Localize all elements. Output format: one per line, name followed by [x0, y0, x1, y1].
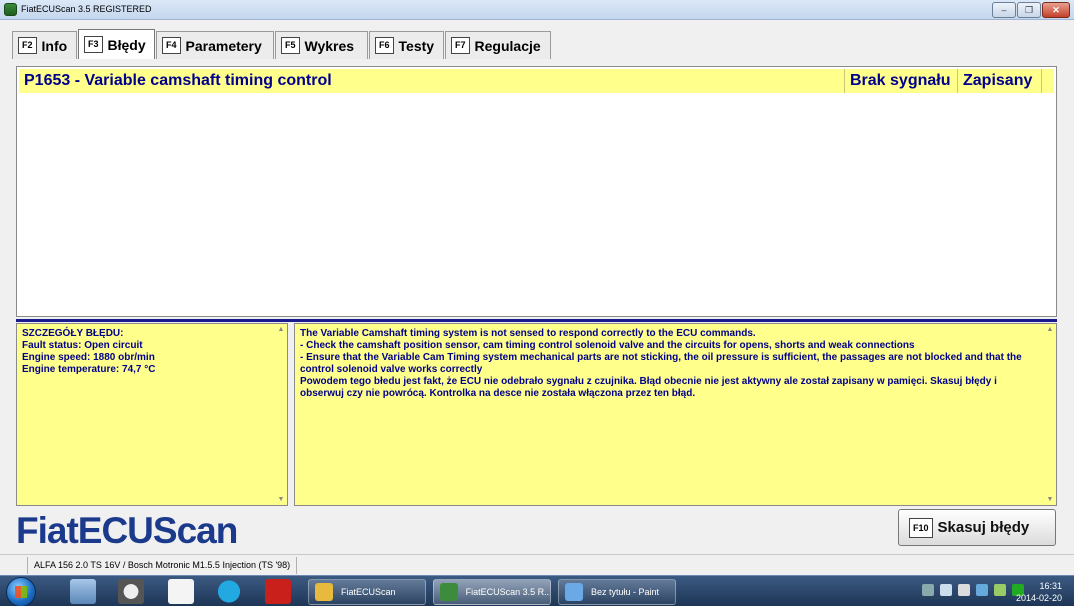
f3-key-badge: F3: [84, 36, 103, 53]
calculator-icon[interactable]: [70, 579, 96, 604]
clock-date: 2014-02-20: [1015, 593, 1062, 603]
description-line: - Ensure that the Variable Cam Timing sy…: [300, 352, 1022, 375]
scroll-up-arrow-icon[interactable]: ▲: [275, 326, 287, 333]
usb-icon[interactable]: [958, 584, 970, 596]
tab-wykres[interactable]: F5 Wykres: [275, 31, 368, 59]
tab-bledy[interactable]: F3 Błędy: [78, 29, 155, 59]
panel-separator: [16, 319, 1057, 322]
network-icon[interactable]: [994, 584, 1006, 596]
tray-expand-icon[interactable]: [940, 584, 952, 596]
close-button[interactable]: ✕: [1042, 2, 1070, 18]
folder-icon: [315, 583, 333, 601]
window-title: FiatECUScan 3.5 REGISTERED: [21, 4, 152, 14]
f2-key-badge: F2: [18, 37, 37, 54]
f7-key-badge: F7: [451, 37, 470, 54]
tab-label: Testy: [398, 37, 435, 54]
task-label: Bez tytułu - Paint: [591, 587, 660, 597]
scroll-up-arrow-icon[interactable]: ▲: [1044, 326, 1056, 333]
description-line: - Check the camshaft position sensor, ca…: [300, 340, 915, 351]
detail-fault-status: Fault status: Open circuit: [22, 340, 143, 351]
document-icon[interactable]: [168, 579, 194, 604]
tab-testy[interactable]: F6 Testy: [369, 31, 444, 59]
fault-description-panel: The Variable Camshaft timing system is n…: [294, 323, 1057, 506]
title-bar: FiatECUScan 3.5 REGISTERED – ❐ ✕: [0, 0, 1074, 20]
tab-label: Błędy: [107, 36, 146, 53]
gimp-icon[interactable]: [118, 579, 144, 604]
start-button[interactable]: [6, 577, 36, 606]
maximize-button[interactable]: ❐: [1017, 2, 1041, 18]
pdf-reader-icon[interactable]: [265, 579, 291, 604]
detail-engine-speed: Engine speed: 1880 obr/min: [22, 352, 155, 363]
clear-faults-button[interactable]: F10 Skasuj błędy: [898, 509, 1056, 546]
f4-key-badge: F4: [162, 37, 181, 54]
bluetooth-icon[interactable]: [976, 584, 988, 596]
taskbar-clock[interactable]: 16:31 2014-02-20: [1016, 580, 1062, 604]
description-line: Powodem tego błedu jest fakt, że ECU nie…: [300, 376, 997, 399]
taskbar-item-fiatecuscan-app[interactable]: FiatECUScan 3.5 R...: [433, 579, 551, 605]
tab-parametery[interactable]: F4 Parametery: [156, 31, 274, 59]
keyboard-icon[interactable]: [922, 584, 934, 596]
description-line: The Variable Camshaft timing system is n…: [300, 328, 756, 339]
clock-time: 16:31: [1039, 581, 1062, 591]
scroll-down-arrow-icon[interactable]: ▼: [275, 496, 287, 503]
tab-regulacje[interactable]: F7 Regulacje: [445, 31, 551, 59]
windows-taskbar: FiatECUScan FiatECUScan 3.5 R... Bez tyt…: [0, 575, 1074, 606]
task-label: FiatECUScan 3.5 R...: [465, 587, 550, 597]
taskbar-item-fiatecuscan-folder[interactable]: FiatECUScan: [308, 579, 426, 605]
fault-code-description: P1653 - Variable camshaft timing control: [19, 69, 845, 93]
fault-details-panel: SZCZEGÓŁY BŁĘDU: Fault status: Open circ…: [16, 323, 288, 506]
fault-list[interactable]: P1653 - Variable camshaft timing control…: [16, 66, 1057, 317]
scroll-down-arrow-icon[interactable]: ▼: [1044, 496, 1056, 503]
task-label: FiatECUScan: [341, 587, 396, 597]
status-bar: ALFA 156 2.0 TS 16V / Bosch Motronic M1.…: [0, 554, 1074, 575]
details-scrollbar[interactable]: ▲ ▼: [275, 324, 287, 505]
f10-key-badge: F10: [909, 517, 933, 538]
fiatecuscan-logo: FiatECUScan: [16, 510, 238, 551]
f5-key-badge: F5: [281, 37, 300, 54]
details-header: SZCZEGÓŁY BŁĘDU:: [22, 328, 124, 339]
tab-label: Regulacje: [474, 37, 541, 54]
fault-signal-state: Brak sygnału: [845, 69, 958, 93]
system-tray: [922, 584, 1024, 596]
detail-engine-temperature: Engine temperature: 74,7 °C: [22, 364, 156, 375]
tab-label: Wykres: [304, 37, 355, 54]
vehicle-info: ALFA 156 2.0 TS 16V / Bosch Motronic M1.…: [27, 557, 298, 574]
minimize-button[interactable]: –: [992, 2, 1016, 18]
f6-key-badge: F6: [375, 37, 394, 54]
fiatecuscan-icon: [440, 583, 458, 601]
description-scrollbar[interactable]: ▲ ▼: [1044, 324, 1056, 505]
tab-info[interactable]: F2 Info: [12, 31, 77, 59]
clear-faults-label: Skasuj błędy: [937, 519, 1030, 536]
taskbar-item-paint[interactable]: Bez tytułu - Paint: [558, 579, 676, 605]
tab-label: Parametery: [185, 37, 262, 54]
fiatecuscan-app-icon: [4, 3, 17, 16]
tab-label: Info: [41, 37, 68, 54]
fault-row[interactable]: P1653 - Variable camshaft timing control…: [19, 69, 1054, 93]
paint-icon: [565, 583, 583, 601]
fault-stored-status: Zapisany: [958, 69, 1042, 93]
skype-icon[interactable]: [216, 579, 242, 604]
